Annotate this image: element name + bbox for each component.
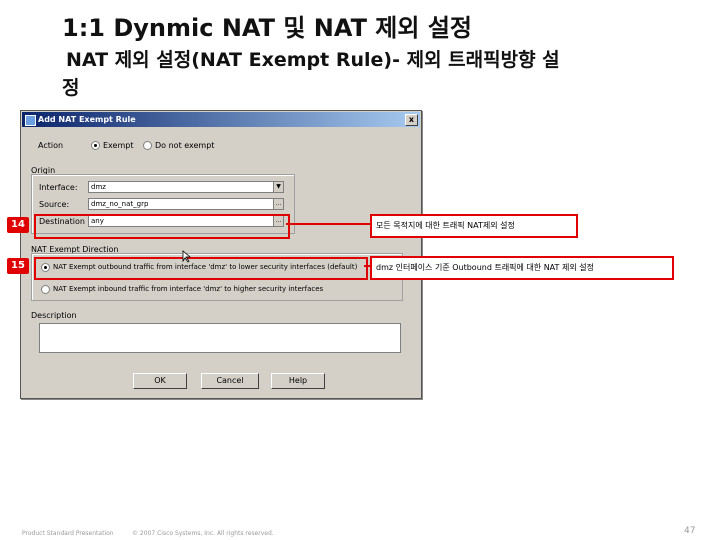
page-number: 47 xyxy=(684,526,696,536)
mouse-cursor-icon xyxy=(182,250,192,263)
callout-annotation-14: 모든 목적지에 대한 트래픽 NAT제외 설정 xyxy=(370,214,578,238)
footer-copyright: © 2007 Cisco Systems, Inc. All rights re… xyxy=(132,530,274,537)
footer-left: Product Standard Presentation xyxy=(22,530,114,537)
callout-annotation-15: dmz 인터페이스 기준 Outbound 트래픽에 대한 NAT 제외 설정 xyxy=(370,256,674,280)
